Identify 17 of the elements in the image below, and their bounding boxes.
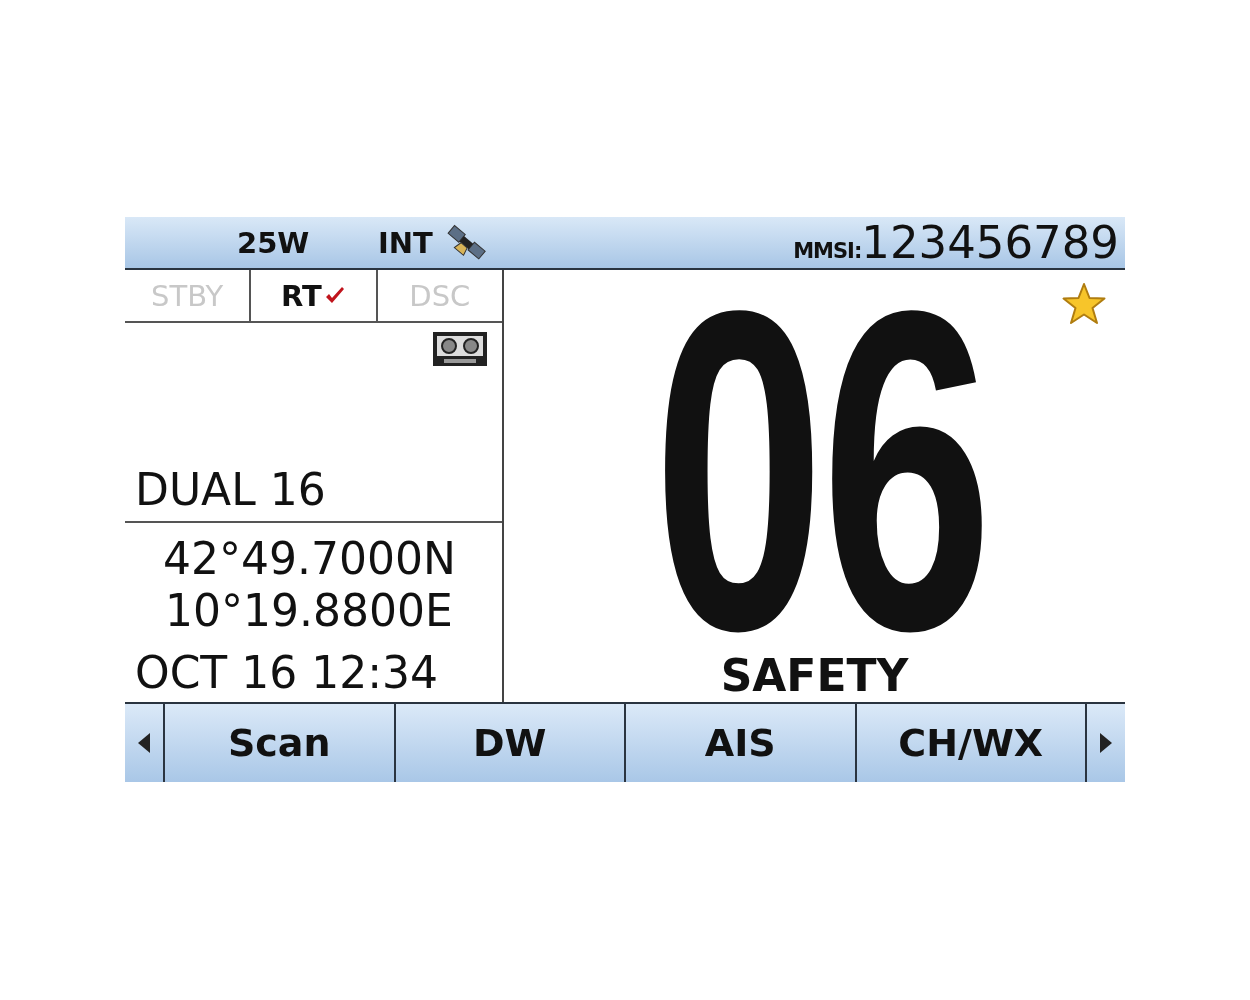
channel-number: 06 [652, 290, 990, 650]
latitude: 42°49.7000N [163, 533, 457, 585]
soft-key[interactable]: AIS [624, 704, 855, 782]
watch-mode: DUAL 16 [125, 464, 502, 523]
channel-name: SAFETY [720, 650, 909, 703]
mmsi-number: 123456789 [861, 216, 1119, 269]
longitude: 10°19.8800E [164, 585, 454, 637]
right-arrow-icon[interactable] [1099, 732, 1113, 754]
cassette-icon [432, 331, 488, 367]
mmsi-label: MMSI: [793, 239, 862, 263]
soft-key[interactable]: DW [393, 704, 624, 782]
left-arrow-icon[interactable] [137, 732, 151, 754]
power-level: 25W [237, 225, 311, 260]
date-time: OCT 16 12:34 [134, 646, 439, 700]
antenna-setting: INT [378, 225, 434, 260]
soft-key[interactable]: Scan [163, 704, 394, 782]
soft-key[interactable]: CH/WX [854, 704, 1087, 782]
